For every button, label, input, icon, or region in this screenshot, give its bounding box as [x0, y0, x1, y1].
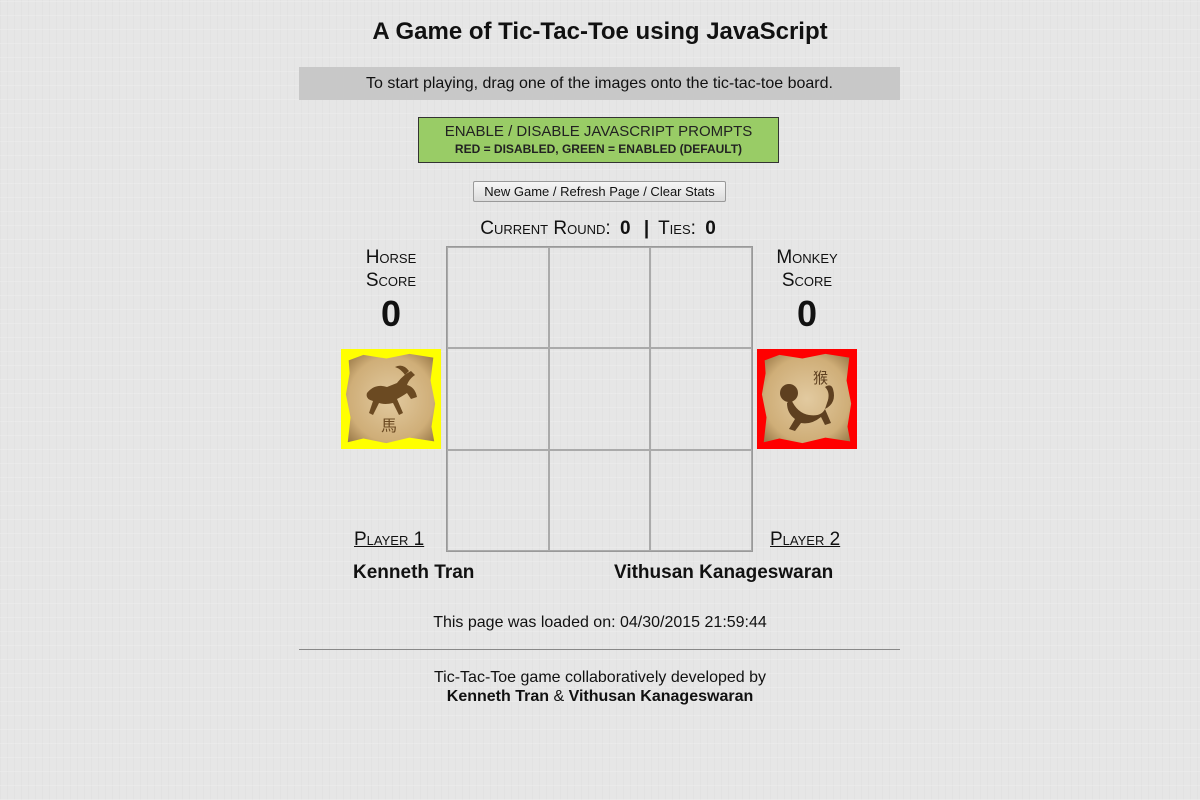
svg-text:猴: 猴	[813, 369, 828, 387]
board-cell-9[interactable]	[650, 449, 752, 551]
credits-author-2: Vithusan Kanageswaran	[568, 688, 754, 705]
ties-value: 0	[705, 218, 716, 239]
player2-animal-label: Monkey	[776, 247, 838, 268]
prompt-toggle-button[interactable]: ENABLE / DISABLE JAVASCRIPT PROMPTS RED …	[418, 117, 779, 163]
monkey-piece[interactable]: 猴	[757, 349, 857, 449]
board-cell-2[interactable]	[548, 247, 651, 349]
board-cell-4[interactable]	[447, 348, 549, 450]
tic-tac-toe-board	[446, 246, 753, 552]
board-cell-8[interactable]	[548, 449, 651, 551]
board-cell-3[interactable]	[650, 247, 752, 349]
player2-label: Player 2	[770, 529, 841, 550]
credits-author-1: Kenneth Tran	[446, 688, 549, 705]
instructions-banner: To start playing, drag one of the images…	[299, 67, 900, 100]
player1-label: Player 1	[354, 529, 425, 550]
board-cell-6[interactable]	[650, 348, 752, 450]
page-title: A Game of Tic-Tac-Toe using JavaScript	[372, 18, 828, 45]
player2-name: Vithusan Kanageswaran	[614, 562, 834, 583]
board-cell-5[interactable]	[548, 348, 651, 450]
credits-ampersand: &	[553, 688, 565, 705]
round-status: Current Round: 0 | Ties: 0	[0, 218, 1200, 240]
prompt-toggle-legend: RED = DISABLED, GREEN = ENABLED (DEFAULT…	[454, 142, 743, 156]
player1-animal-label: Horse	[365, 247, 417, 268]
player2-score: 0	[796, 293, 818, 334]
page-loaded-timestamp: This page was loaded on: 04/30/2015 21:5…	[433, 614, 767, 631]
horse-icon: 馬	[345, 353, 436, 444]
round-label: Current Round:	[480, 218, 611, 239]
monkey-icon: 猴	[761, 353, 852, 444]
board-cell-7[interactable]	[447, 449, 549, 551]
player2-score-label: Score	[781, 270, 833, 291]
board-cell-1[interactable]	[447, 247, 549, 349]
prompt-toggle-title: ENABLE / DISABLE JAVASCRIPT PROMPTS	[444, 123, 753, 140]
new-game-button[interactable]: New Game / Refresh Page / Clear Stats	[473, 181, 726, 202]
player1-score-label: Score	[365, 270, 417, 291]
credits: Tic-Tac-Toe game collaboratively develop…	[0, 668, 1200, 706]
round-separator: |	[643, 218, 650, 239]
player1-name: Kenneth Tran	[353, 562, 475, 583]
horse-piece[interactable]: 馬	[341, 349, 441, 449]
svg-text:馬: 馬	[381, 416, 397, 435]
footer-divider	[299, 649, 900, 650]
player1-score: 0	[380, 293, 402, 334]
credits-line: Tic-Tac-Toe game collaboratively develop…	[433, 669, 766, 686]
ties-label: Ties:	[658, 218, 696, 239]
round-value: 0	[619, 218, 631, 239]
